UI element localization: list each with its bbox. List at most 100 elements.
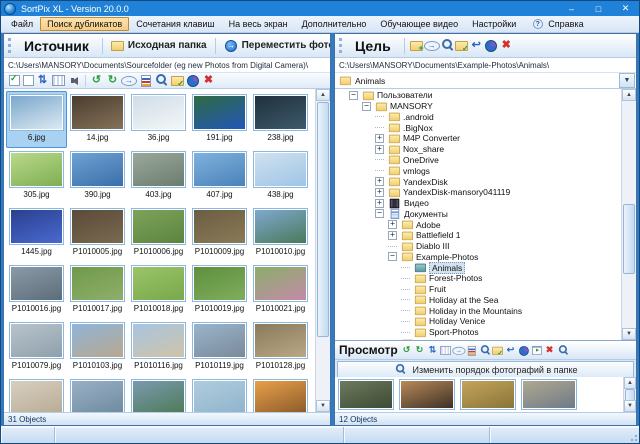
scroll-down-arrow[interactable]: ▼	[624, 400, 636, 412]
thumbnail-1445.jpg[interactable]: 1445.jpg	[6, 205, 67, 262]
tree-item-Example-Photos[interactable]: −Example-Photos	[335, 251, 622, 262]
source-folder-button[interactable]: Исходная папка	[108, 39, 210, 52]
thumbnail-P1010010.jpg[interactable]: P1010010.jpg	[250, 205, 311, 262]
menu-item-Справка[interactable]: Справка	[523, 16, 590, 33]
thumbnail-P1010017.jpg[interactable]: P1010017.jpg	[67, 262, 128, 319]
maximize-button[interactable]: □	[585, 1, 612, 16]
thumbnail-P1010006.jpg[interactable]: P1010006.jpg	[128, 205, 189, 262]
redo-icon[interactable]: ↻	[105, 74, 120, 87]
pie-chart-icon[interactable]	[518, 345, 529, 356]
tree-item-.android[interactable]: .android	[335, 112, 622, 123]
expand-icon[interactable]: +	[375, 188, 384, 197]
thumbnail-14.jpg[interactable]: 14.jpg	[67, 91, 128, 148]
document-icon[interactable]	[138, 74, 153, 87]
thumbnail-390.jpg[interactable]: 390.jpg	[67, 148, 128, 205]
resize-grip[interactable]	[628, 432, 638, 442]
pie-chart-icon[interactable]	[185, 74, 200, 87]
expand-icon[interactable]: +	[375, 177, 384, 186]
undo-icon[interactable]: ↺	[89, 74, 104, 87]
help-circle-icon[interactable]	[530, 18, 545, 31]
arrow-return-icon[interactable]: ↩	[505, 345, 516, 356]
thumbnail-P1010005.jpg[interactable]: P1010005.jpg	[67, 205, 128, 262]
thumbnail-P1010103.jpg[interactable]: P1010103.jpg	[67, 319, 128, 376]
toolbar-grip[interactable]	[339, 38, 342, 53]
folder-check-icon[interactable]	[492, 345, 503, 356]
tree-item-.BigNox[interactable]: .BigNox	[335, 122, 622, 133]
thumbnail-407.jpg[interactable]: 407.jpg	[189, 148, 250, 205]
tree-item-Animals[interactable]: Animals	[335, 262, 622, 273]
thumbnail-P1010021.jpg[interactable]: P1010021.jpg	[250, 262, 311, 319]
presentation-icon[interactable]	[531, 345, 542, 356]
preview-thumbnail[interactable]	[399, 379, 455, 410]
menu-item-На весь экран[interactable]: На весь экран	[222, 17, 295, 31]
expand-icon[interactable]: +	[375, 134, 384, 143]
sort-arrows-icon[interactable]: ⇅	[427, 345, 438, 356]
thumbnail-438.jpg[interactable]: 438.jpg	[250, 148, 311, 205]
thumbnail-P1010019.jpg[interactable]: P1010019.jpg	[189, 262, 250, 319]
delete-red-icon[interactable]: ✖	[201, 74, 216, 87]
tree-item-YandexDisk[interactable]: +YandexDisk	[335, 176, 622, 187]
reorder-icon[interactable]	[557, 345, 568, 356]
toolbar-grip[interactable]	[8, 38, 11, 53]
tree-item-MANSORY[interactable]: −MANSORY	[335, 101, 622, 112]
thumbnail-36.jpg[interactable]: 36.jpg	[128, 91, 189, 148]
arrow-return-icon[interactable]: ↩	[469, 39, 484, 52]
tree-item-Battlefield 1[interactable]: +Battlefield 1	[335, 230, 622, 241]
thumbnail-image[interactable]	[189, 376, 250, 412]
menu-item-Файл[interactable]: Файл	[4, 17, 40, 31]
tree-item-YandexDisk-mansory041119[interactable]: +YandexDisk-mansory041119	[335, 187, 622, 198]
thumbnail-403.jpg[interactable]: 403.jpg	[128, 148, 189, 205]
thumbnail-191.jpg[interactable]: 191.jpg	[189, 91, 250, 148]
scroll-up-arrow[interactable]: ▲	[316, 89, 330, 101]
close-button[interactable]: ✕	[612, 1, 639, 16]
scroll-up-arrow[interactable]: ▲	[624, 377, 636, 389]
sort-arrows-icon[interactable]: ⇅	[35, 74, 50, 87]
tree-item-Fruit[interactable]: Fruit	[335, 284, 622, 295]
magnifier-icon[interactable]	[479, 345, 490, 356]
thumbnail-P1010009.jpg[interactable]: P1010009.jpg	[189, 205, 250, 262]
scroll-down-arrow[interactable]: ▼	[316, 400, 330, 412]
thumbnail-P1010119.jpg[interactable]: P1010119.jpg	[189, 319, 250, 376]
tree-item-Пользователи[interactable]: −Пользователи	[335, 90, 622, 101]
scrollbar-thumb[interactable]	[317, 102, 329, 337]
tree-item-Видео[interactable]: +Видео	[335, 198, 622, 209]
menu-item-Поиск дубликатов[interactable]: Поиск дубликатов	[40, 17, 129, 31]
tree-item-Holiday in the Mountains[interactable]: Holiday in the Mountains	[335, 305, 622, 316]
tree-item-Log Files[interactable]: Log Files	[335, 338, 622, 340]
thumbnail-305.jpg[interactable]: 305.jpg	[6, 148, 67, 205]
reorder-photos-button[interactable]: Изменить порядок фотографий в папке	[337, 361, 634, 378]
tree-item-Holiday at the Sea[interactable]: Holiday at the Sea	[335, 295, 622, 306]
arrow-right-oval-icon[interactable]	[424, 39, 440, 52]
tree-item-Diablo III[interactable]: Diablo III	[335, 241, 622, 252]
source-scrollbar[interactable]: ▲ ▼	[315, 89, 330, 412]
tree-item-OneDrive[interactable]: OneDrive	[335, 155, 622, 166]
checkbox-unchecked-icon[interactable]	[21, 74, 34, 87]
tree-item-Adobe[interactable]: +Adobe	[335, 219, 622, 230]
scrollbar-thumb[interactable]	[623, 204, 635, 274]
thumbnail-P1010116.jpg[interactable]: P1010116.jpg	[128, 319, 189, 376]
undo-icon[interactable]: ↺	[401, 345, 412, 356]
preview-thumbnail[interactable]	[338, 379, 394, 410]
menu-item-Сочетания клавиш[interactable]: Сочетания клавиш	[129, 17, 221, 31]
thumbnail-6.jpg[interactable]: 6.jpg	[6, 91, 67, 148]
expand-icon[interactable]: +	[375, 199, 384, 208]
preview-thumbnail[interactable]	[460, 379, 516, 410]
columns-icon[interactable]	[51, 74, 66, 87]
expand-icon[interactable]: +	[388, 231, 397, 240]
tree-item-Nox_share[interactable]: +Nox_share	[335, 144, 622, 155]
folder-check-icon[interactable]	[170, 74, 184, 87]
expand-icon[interactable]: +	[375, 145, 384, 154]
checkbox-checked-icon[interactable]	[7, 74, 20, 87]
pie-chart-icon[interactable]	[484, 39, 499, 52]
tree-item-M4P Converter[interactable]: +M4P Converter	[335, 133, 622, 144]
preview-scrollbar[interactable]: ▲ ▼	[623, 377, 636, 412]
thumbnail-238.jpg[interactable]: 238.jpg	[250, 91, 311, 148]
move-photos-button[interactable]: Переместить фото	[221, 39, 330, 52]
preview-thumbnail[interactable]	[521, 379, 577, 410]
thumbnail-P1010016.jpg[interactable]: P1010016.jpg	[6, 262, 67, 319]
chevron-down-icon[interactable]: ▼	[619, 73, 635, 88]
menu-item-Дополнительно[interactable]: Дополнительно	[295, 17, 374, 31]
tree-item-Sport-Photos[interactable]: Sport-Photos	[335, 327, 622, 338]
scroll-down-arrow[interactable]: ▼	[622, 328, 636, 340]
tree-item-vmlogs[interactable]: vmlogs	[335, 165, 622, 176]
